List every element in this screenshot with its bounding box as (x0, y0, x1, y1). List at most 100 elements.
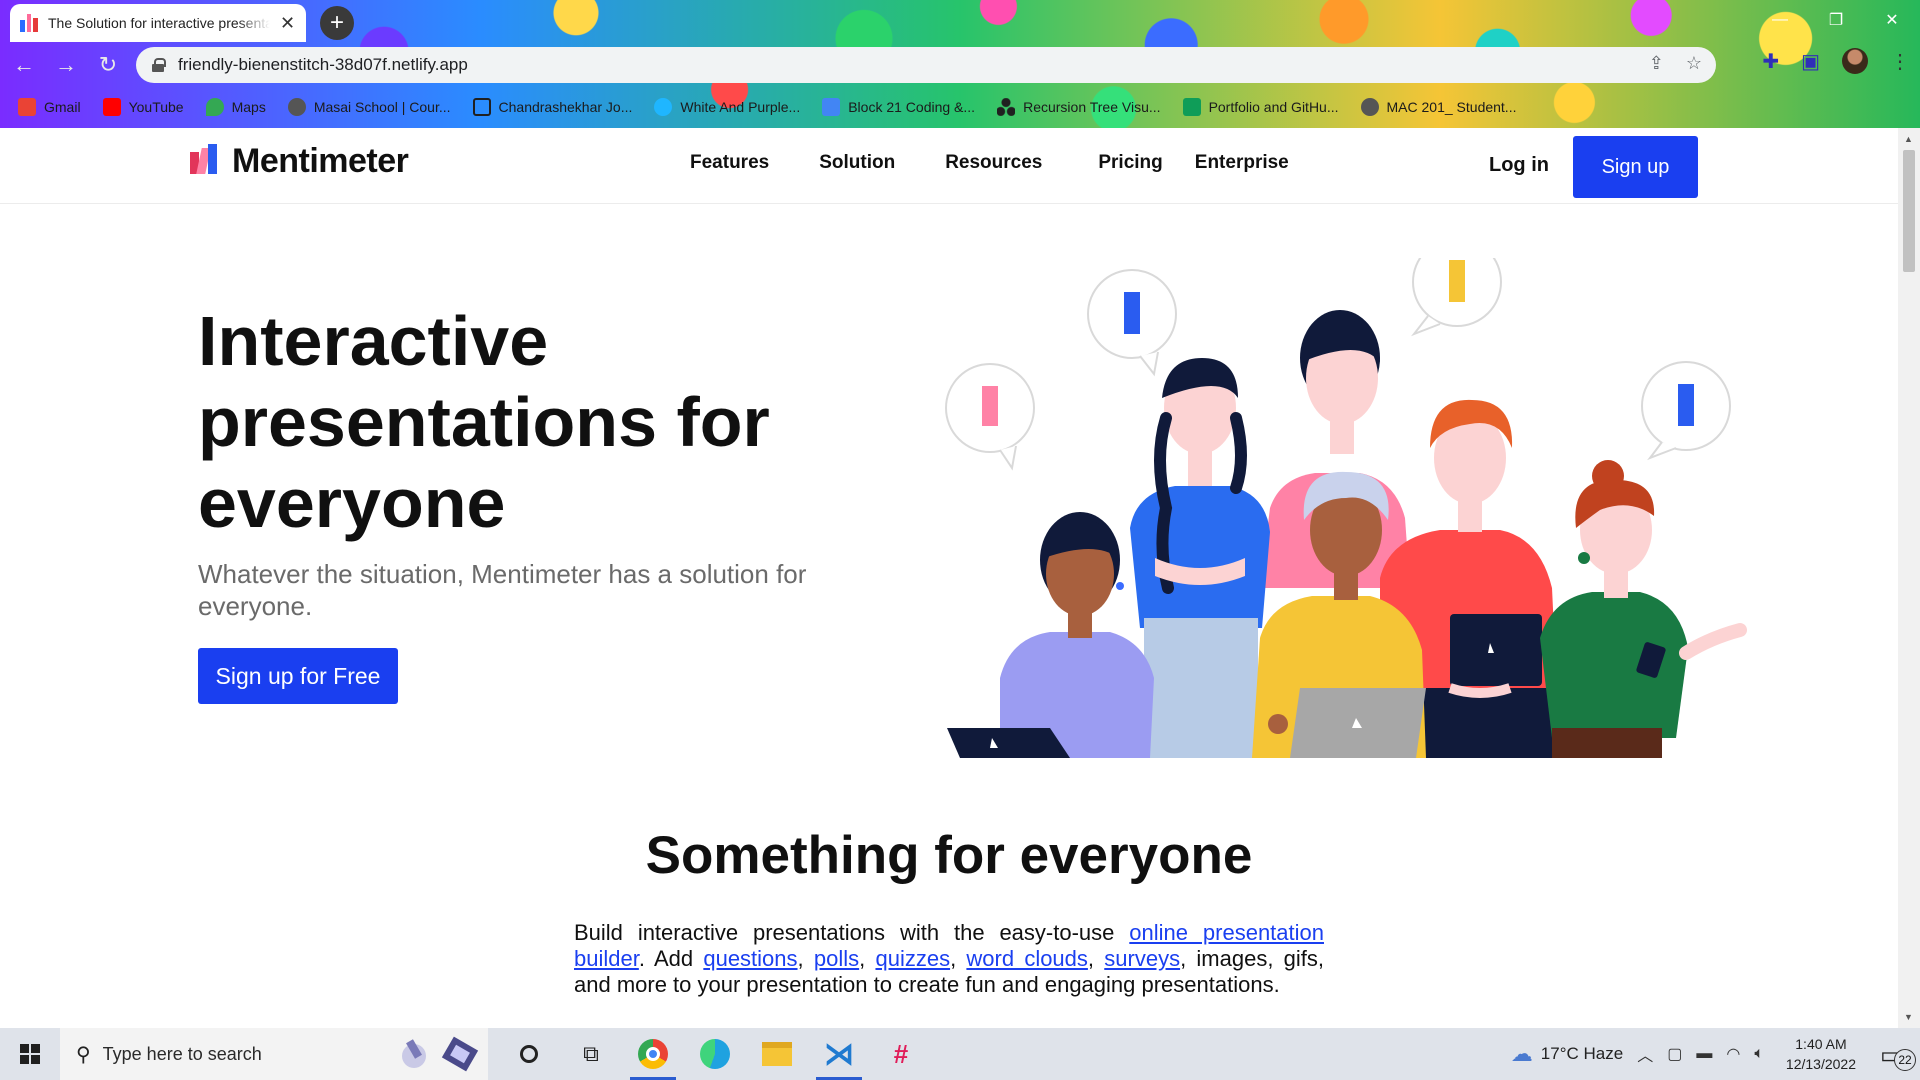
site-header: Mentimeter Features Solution Resources P… (0, 128, 1898, 204)
hero-subtitle: Whatever the situation, Mentimeter has a… (198, 559, 807, 621)
tab-title: The Solution for interactive presentatio… (48, 15, 270, 31)
link-questions[interactable]: questions (703, 946, 797, 971)
forward-icon[interactable]: → (48, 47, 84, 83)
youtube-icon (102, 98, 121, 116)
bookmark-recursion-tree[interactable]: Recursion Tree Visu... (997, 98, 1161, 116)
logo-text: Mentimeter (232, 142, 409, 180)
slack-icon[interactable]: # (870, 1028, 932, 1080)
link-word-clouds[interactable]: word clouds (966, 946, 1088, 971)
task-view-icon[interactable]: ⧉ (560, 1028, 622, 1080)
file-explorer-icon[interactable] (746, 1028, 808, 1080)
link-polls[interactable]: polls (814, 946, 859, 971)
lock-icon[interactable] (152, 58, 166, 72)
windows-start-icon[interactable] (0, 1028, 60, 1080)
meet-now-icon[interactable]: ▢ (1667, 1044, 1682, 1064)
speech-bubble-blue-left (1087, 269, 1177, 377)
notification-center-icon[interactable]: ▭ 22 (1880, 1041, 1916, 1071)
login-link[interactable]: Log in (1489, 154, 1549, 177)
search-icon: ⚲ (76, 1043, 91, 1066)
share-icon[interactable]: ⇪ (1649, 53, 1664, 74)
scroll-thumb[interactable] (1903, 150, 1915, 272)
close-window-icon[interactable]: ✕ (1864, 0, 1920, 40)
person-lavender-top (947, 512, 1154, 758)
cortana-icon[interactable] (498, 1028, 560, 1080)
taskbar-clock[interactable]: 1:40 AM 12/13/2022 (1786, 1034, 1856, 1074)
link-quizzes[interactable]: quizzes (875, 946, 950, 971)
new-tab-button[interactable]: + (320, 6, 354, 40)
taskbar-search[interactable]: ⚲ Type here to search (60, 1028, 488, 1080)
speech-bubble-yellow (1411, 258, 1502, 337)
signup-button[interactable]: Sign up (1573, 136, 1698, 198)
notification-count-badge: 22 (1894, 1049, 1916, 1071)
docs-icon (822, 98, 841, 116)
speech-bubble-blue-right (1641, 361, 1731, 461)
system-tray: ☁ 17°C Haze ︿ ▢ ▬ ◠ 🔈︎ 1:40 AM 12/13/202… (1511, 1028, 1920, 1080)
speech-bubble-pink (945, 363, 1035, 471)
signup-free-button[interactable]: Sign up for Free (198, 648, 398, 704)
edge-icon[interactable] (684, 1028, 746, 1080)
restore-icon[interactable]: ❐ (1808, 0, 1864, 40)
wifi-icon[interactable]: ◠ (1726, 1044, 1740, 1064)
nav-features[interactable]: Features (690, 152, 769, 174)
bookmark-portfolio[interactable]: Portfolio and GitHu... (1182, 98, 1339, 116)
person-green-top (1540, 460, 1747, 758)
sheets-icon (1182, 98, 1201, 116)
globe-icon (1360, 98, 1379, 116)
side-panel-icon[interactable]: ▣ (1801, 49, 1820, 74)
canva-icon (654, 98, 673, 116)
bookmark-gmail[interactable]: Gmail (18, 98, 81, 116)
browser-tab-active[interactable]: The Solution for interactive presentatio… (10, 4, 306, 42)
chevron-up-icon[interactable]: ︿ (1637, 1042, 1653, 1066)
reload-icon[interactable]: ↻ (90, 47, 126, 83)
tree-icon (997, 98, 1016, 116)
maps-icon (205, 98, 224, 116)
chrome-menu-icon[interactable]: ⋮ (1890, 49, 1910, 74)
main-nav: Features Solution Resources Pricing Ente… (690, 152, 1289, 174)
bookmarks-bar: Gmail YouTube Maps Masai School | Cour..… (0, 90, 1920, 124)
search-highlight-art-icon (402, 1036, 479, 1072)
tab-close-icon[interactable]: ✕ (280, 13, 295, 34)
volume-icon[interactable]: 🔈︎ (1754, 1045, 1764, 1063)
weather-haze-icon: ☁ (1510, 1041, 1533, 1066)
bookmark-star-icon[interactable]: ☆ (1686, 53, 1702, 74)
scroll-up-icon[interactable]: ▲ (1904, 134, 1913, 144)
taskbar-search-placeholder: Type here to search (102, 1043, 262, 1064)
weather-widget[interactable]: ☁ 17°C Haze (1511, 1041, 1623, 1067)
bookmark-maps[interactable]: Maps (205, 98, 266, 116)
url-text[interactable]: friendly-bienenstitch-38d07f.netlify.app (178, 55, 468, 75)
scroll-down-icon[interactable]: ▼ (1904, 1012, 1913, 1022)
bookmark-block21[interactable]: Block 21 Coding &... (822, 98, 975, 116)
mentimeter-logo-icon (190, 143, 222, 178)
bookmark-masai[interactable]: Masai School | Cour... (287, 98, 451, 116)
hero-people-illustration (945, 258, 1747, 758)
minimize-icon[interactable]: — (1752, 0, 1808, 40)
battery-icon[interactable]: ▬ (1696, 1045, 1712, 1063)
chrome-icon[interactable] (622, 1028, 684, 1080)
hero-title: Interactive presentations for everyone (198, 302, 770, 542)
bookmark-youtube[interactable]: YouTube (102, 98, 184, 116)
bookmark-white-purple[interactable]: White And Purple... (654, 98, 800, 116)
mentimeter-logo[interactable]: Mentimeter (190, 142, 409, 181)
section-body: Build interactive presentations with the… (574, 920, 1325, 997)
extensions-icon[interactable]: ✚ (1762, 49, 1779, 74)
link-surveys[interactable]: surveys (1104, 946, 1180, 971)
bookmark-chandrashekhar[interactable]: Chandrashekhar Jo... (472, 98, 632, 116)
browser-toolbar: ← → ↻ friendly-bienenstitch-38d07f.netli… (0, 44, 1920, 86)
address-bar[interactable]: friendly-bienenstitch-38d07f.netlify.app… (136, 47, 1716, 83)
windows-taskbar: ⚲ Type here to search ⧉ ⋊ # ☁ 17°C Haze … (0, 1028, 1920, 1080)
section-title: Something for everyone (645, 826, 1253, 885)
window-controls: — ❐ ✕ (1752, 0, 1920, 40)
vscode-icon[interactable]: ⋊ (808, 1028, 870, 1080)
profile-avatar[interactable] (1842, 48, 1868, 74)
page-scrollbar[interactable]: ▲ ▼ (1898, 128, 1920, 1028)
gmail-icon (18, 98, 36, 116)
bookmark-mac201[interactable]: MAC 201_ Student... (1360, 98, 1516, 116)
nav-enterprise[interactable]: Enterprise (1195, 152, 1289, 174)
web-page: Mentimeter Features Solution Resources P… (0, 128, 1898, 1028)
nav-resources[interactable]: Resources (945, 152, 1042, 174)
globe-icon (287, 98, 306, 116)
nav-solution[interactable]: Solution (819, 152, 895, 174)
taskbar-pinned-apps: ⧉ ⋊ # (498, 1028, 932, 1080)
nav-pricing[interactable]: Pricing (1098, 152, 1162, 174)
back-icon[interactable]: ← (6, 47, 42, 83)
